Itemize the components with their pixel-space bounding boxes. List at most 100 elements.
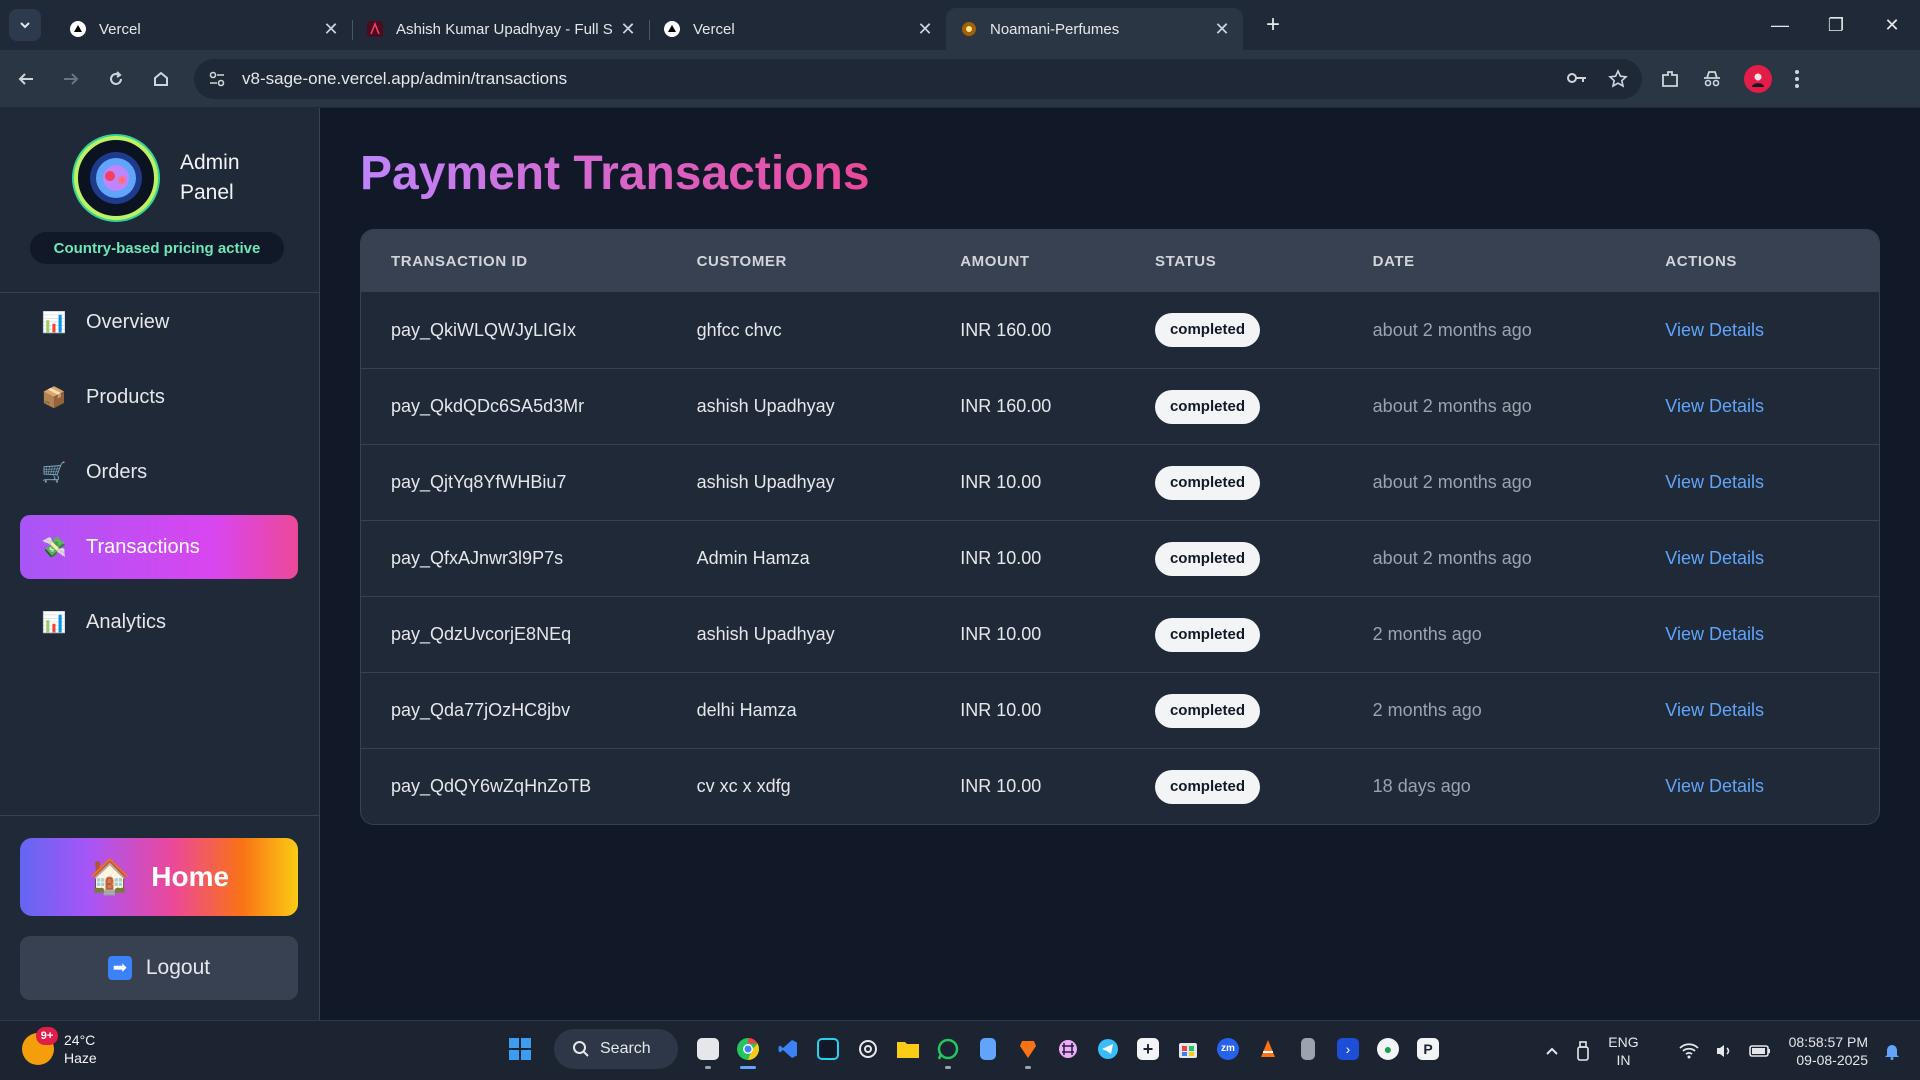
vlc-icon[interactable] [1248,1029,1288,1069]
browser-tab-vercel-2[interactable]: Vercel ✕ [649,8,946,50]
status-badge: completed [1154,389,1260,424]
amount: INR 10.00 [960,472,1042,492]
recycle-icon[interactable] [1288,1029,1328,1069]
restore-icon[interactable]: ❐ [1808,0,1864,50]
transaction-date: about 2 months ago [1372,396,1532,416]
tab-title: Vercel [693,20,735,38]
view-details-link[interactable]: View Details [1665,624,1764,644]
sidebar-item-overview[interactable]: 📊 Overview [20,290,298,354]
logout-button[interactable]: ➡ Logout [20,936,298,1000]
file-explorer-icon[interactable] [888,1029,928,1069]
view-details-link[interactable]: View Details [1665,320,1764,340]
transaction-date: 2 months ago [1372,700,1482,720]
incognito-icon[interactable] [1702,69,1722,89]
powershell-icon[interactable]: › [1328,1029,1368,1069]
transaction-id: pay_QfxAJnwr3l9P7s [391,548,564,568]
sidebar-item-products[interactable]: 📦 Products [20,365,298,429]
minimize-icon[interactable]: — [1752,0,1808,50]
close-icon[interactable]: ✕ [1213,19,1231,40]
region-code: IN [1616,1052,1631,1068]
vercel-favicon-icon [663,20,681,38]
column-header-transaction-id: Transaction ID [391,252,528,270]
key-icon[interactable] [1566,69,1588,87]
tab-title: Ashish Kumar Upadhyay - Full S [396,20,613,38]
browser-tab-vercel-1[interactable]: Vercel ✕ [55,8,353,50]
slack-icon[interactable] [1048,1029,1088,1069]
battery-icon[interactable] [1748,1044,1771,1058]
forward-button[interactable] [52,60,90,98]
table-row: pay_Qda77jOzHC8jbv delhi Hamza INR 10.00… [361,672,1879,748]
clock-time: 08:58:57 PM [1788,1034,1868,1050]
profile-avatar[interactable] [1744,64,1772,93]
package-icon: 📦 [41,386,67,409]
chevron-down-icon [20,22,30,29]
browser-tab-noamani[interactable]: Noamani-Perfumes ✕ [946,8,1243,50]
mongodb-icon[interactable]: ● [1368,1029,1408,1069]
terminal-icon[interactable]: P [1408,1029,1448,1069]
back-button[interactable] [7,60,45,98]
vscode-icon[interactable] [768,1029,808,1069]
column-header-status: Status [1154,252,1217,270]
transaction-id: pay_QkiWLQWJyLIGIx [391,319,577,340]
arrow-right-icon: ➡ [107,956,132,980]
close-window-icon[interactable]: ✕ [1864,0,1920,50]
address-bar[interactable]: v8-sage-one.vercel.app/admin/transaction… [194,58,1642,99]
transaction-id: pay_Qda77jOzHC8jbv [391,700,571,720]
windows-start-icon[interactable] [500,1029,540,1069]
customer-name: Admin Hamza [696,548,810,568]
chrome-icon[interactable] [728,1029,768,1069]
view-details-link[interactable]: View Details [1665,472,1764,492]
zoom-icon[interactable]: zm [1208,1029,1248,1069]
view-details-link[interactable]: View Details [1665,396,1764,416]
home-icon [154,71,168,86]
taskbar-search[interactable]: Search [554,1029,678,1069]
sidebar-item-analytics[interactable]: 📊 Analytics [20,590,298,654]
sidebar-item-transactions[interactable]: 💸 Transactions [20,515,298,579]
reload-button[interactable] [97,60,135,98]
telegram-icon[interactable] [1088,1029,1128,1069]
home-button[interactable]: 🏠 Home [20,838,298,916]
ms-store-icon[interactable] [1168,1029,1208,1069]
usb-drive-icon[interactable] [1576,1041,1590,1061]
main-content: Payment Transactions Transaction ID Cust… [320,108,1920,1020]
close-icon[interactable]: ✕ [916,19,934,40]
brave-icon[interactable] [1008,1029,1048,1069]
input-language[interactable]: ENG IN [1608,1033,1638,1069]
view-details-link[interactable]: View Details [1665,776,1764,796]
home-nav-button[interactable] [142,60,180,98]
new-tab-button[interactable]: + [1259,11,1287,39]
wifi-icon[interactable] [1678,1043,1699,1059]
menu-kebab-icon[interactable] [1794,69,1800,89]
notes-app-icon[interactable] [688,1029,728,1069]
system-clock[interactable]: 08:58:57 PM 09-08-2025 [1789,1033,1868,1069]
weather-haze-icon: 9+ [22,1027,58,1065]
view-details-link[interactable]: View Details [1665,548,1764,568]
tab-search-button[interactable] [9,9,41,41]
amount: INR 10.00 [960,624,1042,644]
customer-name: ghfcc chvc [696,319,782,340]
notification-bell-icon[interactable] [1884,1042,1900,1060]
chatgpt-icon[interactable] [848,1029,888,1069]
jetbrains-icon[interactable] [808,1029,848,1069]
sidebar-item-orders[interactable]: 🛒 Orders [20,440,298,504]
whatsapp-icon[interactable] [928,1029,968,1069]
close-icon[interactable]: ✕ [619,19,637,40]
extensions-icon[interactable] [1660,69,1680,89]
table-row: pay_QjtYq8YfWHBiu7 ashish Upadhyay INR 1… [361,444,1879,520]
close-icon[interactable]: ✕ [322,19,340,40]
money-wings-icon: 💸 [41,536,67,559]
browser-tab-portfolio[interactable]: Ashish Kumar Upadhyay - Full S ✕ [352,8,650,50]
star-icon[interactable] [1608,68,1628,89]
tab-title: Noamani-Perfumes [990,20,1120,38]
table-row: pay_QkdQDc6SA5d3Mr ashish Upadhyay INR 1… [361,368,1879,444]
volume-icon[interactable] [1715,1043,1733,1059]
notepad-icon[interactable] [968,1029,1008,1069]
view-details-link[interactable]: View Details [1665,700,1764,720]
transaction-id: pay_QdQY6wZqHnZoTB [391,776,592,796]
site-settings-icon[interactable] [208,70,226,88]
transactions-table: Transaction ID Customer Amount Status Da… [360,229,1880,825]
customer-name: ashish Upadhyay [696,396,835,416]
chevron-up-icon[interactable] [1544,1043,1560,1059]
add-app-icon[interactable]: + [1128,1029,1168,1069]
weather-widget[interactable]: 9+ 24°C Haze [22,1027,97,1067]
